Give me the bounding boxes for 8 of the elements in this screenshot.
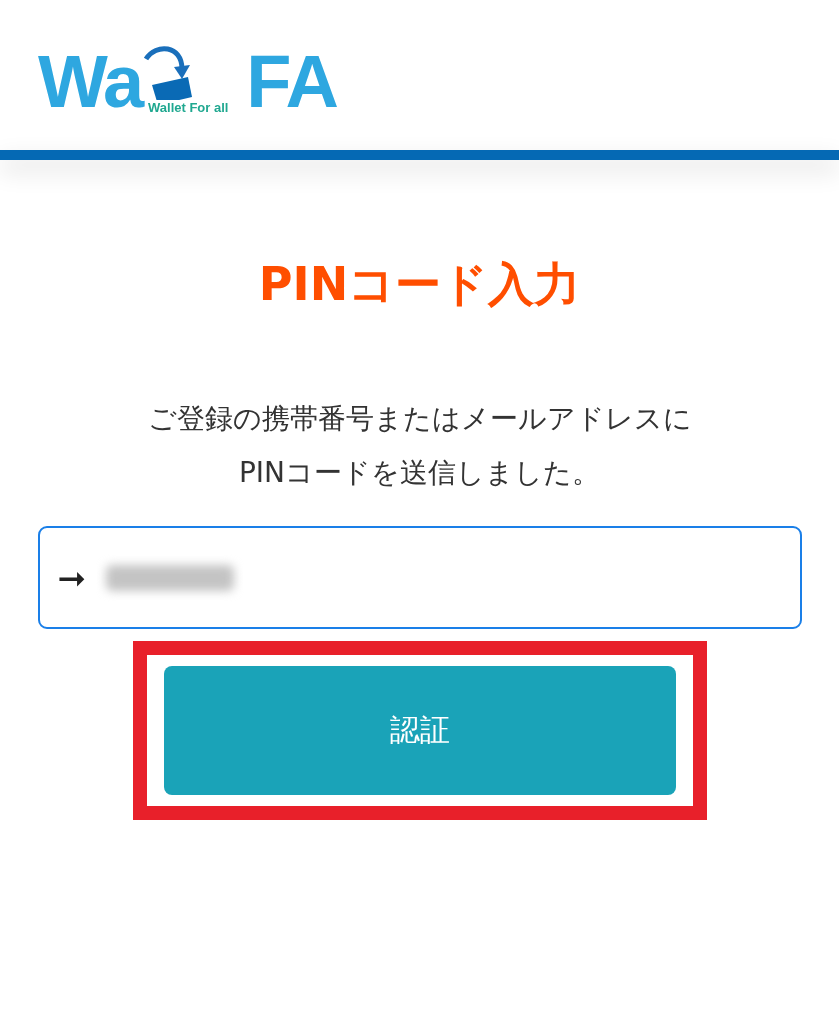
logo-text: Wa [38,49,143,115]
message-text: ご登録の携帯番号またはメールアドレスに [147,401,692,437]
page-title: PINコード入力 [258,256,581,313]
arrow-icon: ➞ [57,557,86,598]
logo-text: FA [246,49,337,115]
message-text: PINコードを送信しました。 [237,455,602,491]
logo-tagline: Wallet For all [148,100,229,115]
pin-input-field[interactable]: ➞ [37,526,802,629]
